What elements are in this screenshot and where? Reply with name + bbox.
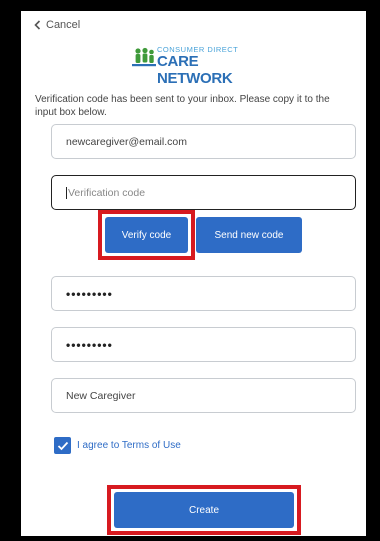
send-new-code-button[interactable]: Send new code — [196, 217, 302, 253]
terms-checkbox[interactable] — [54, 437, 71, 454]
verification-code-input[interactable]: Verification code — [51, 175, 356, 210]
email-field[interactable]: newcaregiver@email.com — [51, 124, 356, 159]
terms-of-use-link[interactable]: I agree to Terms of Use — [77, 440, 181, 451]
cancel-link[interactable]: Cancel — [33, 19, 80, 31]
text-caret — [66, 186, 67, 199]
send-new-code-label: Send new code — [214, 229, 284, 241]
email-value: newcaregiver@email.com — [66, 135, 187, 148]
intro-text: Verification code has been sent to your … — [35, 94, 330, 118]
create-button[interactable]: Create — [114, 492, 294, 528]
confirm-password-field[interactable]: ••••••••• — [51, 327, 356, 362]
signup-panel: Cancel CONSUMER DIRECT CARE NETWORK Veri… — [21, 11, 366, 536]
chevron-left-icon — [34, 20, 41, 30]
verify-code-label: Verify code — [121, 229, 172, 241]
display-name-field[interactable]: New Caregiver — [51, 378, 356, 413]
checkmark-icon — [57, 441, 68, 450]
display-name-value: New Caregiver — [66, 389, 136, 402]
password-field[interactable]: ••••••••• — [51, 276, 356, 311]
logo: CONSUMER DIRECT CARE NETWORK — [131, 45, 261, 87]
people-logo-icon — [132, 47, 156, 67]
verification-code-placeholder: Verification code — [68, 186, 146, 199]
cancel-label: Cancel — [46, 19, 81, 31]
logo-title: CARE NETWORK — [157, 53, 233, 87]
password-value: ••••••••• — [66, 286, 113, 301]
confirm-password-value: ••••••••• — [66, 337, 113, 352]
create-label: Create — [188, 504, 219, 516]
verify-code-button[interactable]: Verify code — [105, 217, 188, 253]
